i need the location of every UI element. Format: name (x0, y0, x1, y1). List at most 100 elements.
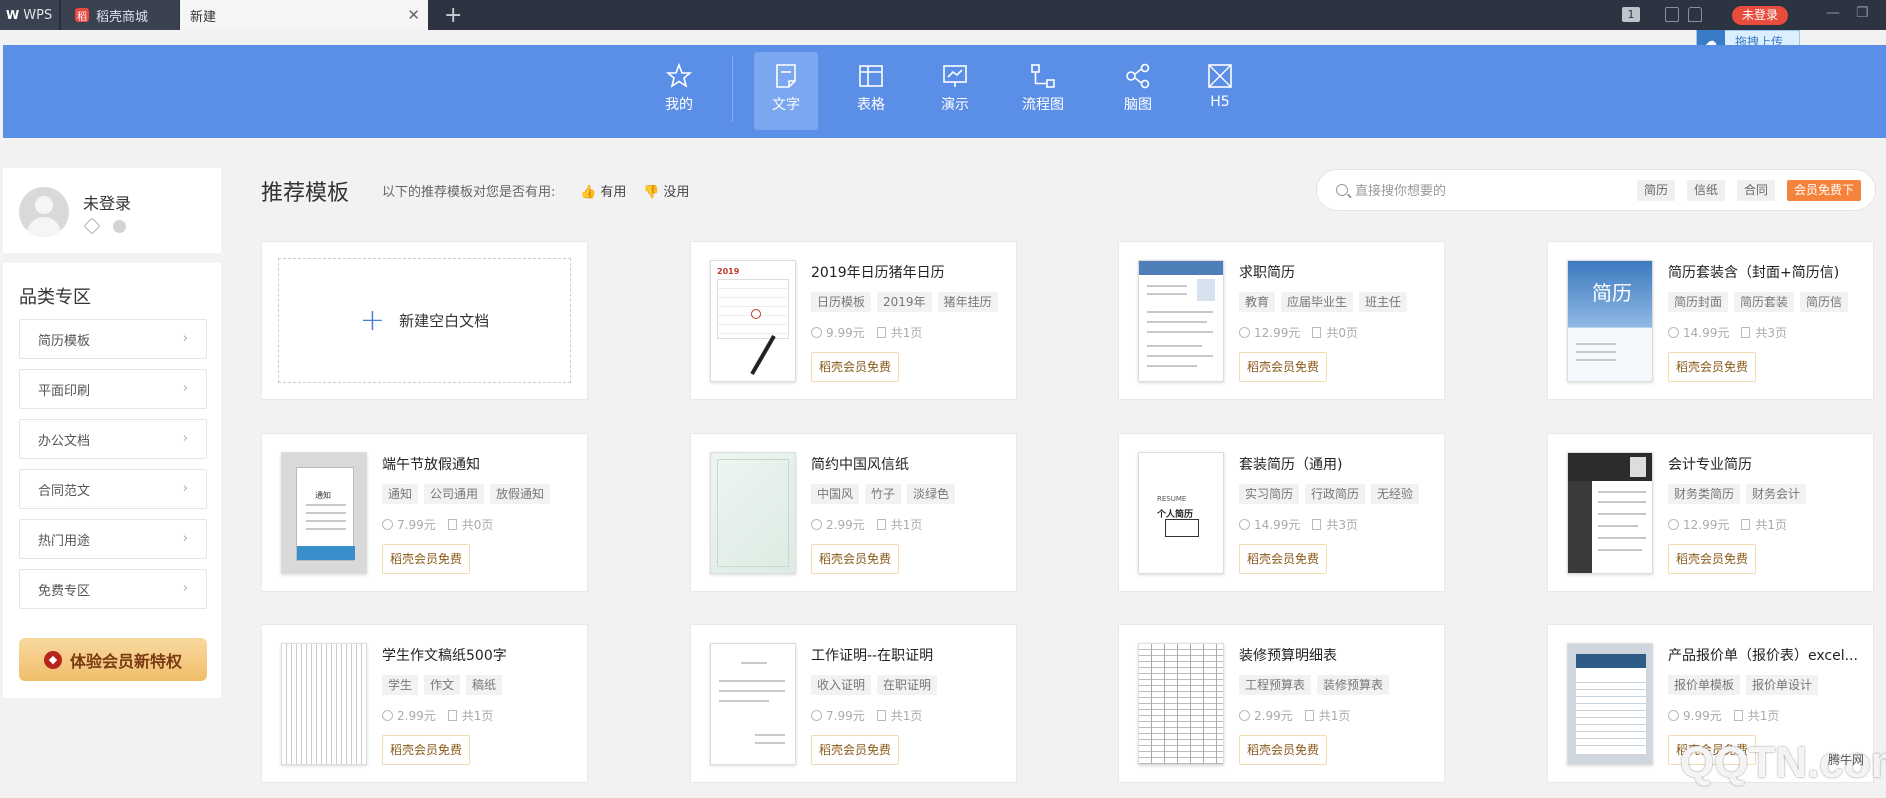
shirt-icon[interactable] (1688, 7, 1702, 22)
category-flowchart[interactable]: 流程图 (1011, 52, 1075, 130)
sidebar-item-office[interactable]: 办公文档 › (19, 419, 207, 459)
template-tag[interactable]: 猪年挂历 (937, 292, 998, 312)
add-tab-icon[interactable]: + (444, 3, 462, 28)
template-tag[interactable]: 作文 (424, 675, 461, 695)
template-tag[interactable]: 无经验 (1371, 484, 1420, 504)
template-tag[interactable]: 工程预算表 (1239, 675, 1312, 695)
template-thumbnail-resume-set[interactable]: RESUME 个人简历 (1138, 452, 1224, 574)
category-spreadsheet[interactable]: 表格 (839, 52, 903, 130)
template-tag[interactable]: 2019年 (877, 292, 932, 312)
search-box[interactable]: 简历 信纸 合同 会员免费下 (1316, 169, 1876, 211)
template-title[interactable]: 端午节放假通知 (382, 454, 582, 474)
template-tag[interactable]: 班主任 (1359, 292, 1408, 312)
template-tag[interactable]: 在职证明 (877, 675, 938, 695)
template-title[interactable]: 简约中国风信纸 (811, 454, 1011, 474)
sidebar-item-print[interactable]: 平面印刷 › (19, 369, 207, 409)
category-writer[interactable]: 文字 (754, 52, 818, 130)
search-tag-resume[interactable]: 简历 (1637, 180, 1676, 201)
login-button[interactable]: 未登录 (1732, 6, 1788, 25)
member-free-button[interactable]: 稻壳会员免费 (811, 735, 900, 765)
member-free-button[interactable]: 稻壳会员免费 (811, 544, 900, 574)
search-tag-member-free[interactable]: 会员免费下 (1787, 180, 1862, 201)
template-tag[interactable]: 装修预算表 (1317, 675, 1390, 695)
member-free-button[interactable]: 稻壳会员免费 (382, 735, 471, 765)
search-tag-contract[interactable]: 合同 (1737, 180, 1776, 201)
template-title[interactable]: 产品报价单（报价表）excel... (1668, 645, 1868, 665)
template-card[interactable]: 学生作文稿纸500字 学生 作文 稿纸 2.99元 共1页 稻壳会员免费 (261, 624, 588, 783)
template-title[interactable]: 会计专业简历 (1668, 454, 1868, 474)
template-card[interactable]: 工作证明--在职证明 收入证明 在职证明 7.99元 共1页 稻壳会员免费 (690, 624, 1017, 783)
template-tag[interactable]: 实习简历 (1239, 484, 1300, 504)
template-tag[interactable]: 竹子 (865, 484, 902, 504)
member-free-button[interactable]: 稻壳会员免费 (1239, 735, 1328, 765)
sidebar-item-popular[interactable]: 热门用途 › (19, 519, 207, 559)
category-presentation[interactable]: 演示 (923, 52, 987, 130)
template-tag[interactable]: 稿纸 (466, 675, 503, 695)
template-thumbnail-quotation[interactable] (1567, 643, 1653, 765)
template-card[interactable]: 2019 2019年日历猪年日历 日历模板 2019年 猪年挂历 9.99元 共1页 … (690, 241, 1017, 400)
category-mindmap[interactable]: 脑图 (1106, 52, 1170, 130)
template-thumbnail-resume-cover[interactable]: 简历 (1567, 260, 1653, 382)
template-card[interactable]: 简历 简历套装含（封面+简历信) 简历封面 简历套装 简历信 14.99元 共3页 稻… (1547, 241, 1874, 400)
template-thumbnail-accounting-resume[interactable] (1567, 452, 1653, 574)
template-tag[interactable]: 行政简历 (1305, 484, 1366, 504)
avatar[interactable] (19, 187, 69, 237)
template-card[interactable]: 求职简历 教育 应届毕业生 班主任 12.99元 共0页 稻壳会员免费 (1118, 241, 1445, 400)
useful-button[interactable]: 👍 有用 (580, 181, 626, 200)
template-title[interactable]: 2019年日历猪年日历 (811, 262, 1011, 282)
template-title[interactable]: 工作证明--在职证明 (811, 645, 1011, 665)
template-title[interactable]: 套装简历（通用) (1239, 454, 1439, 474)
tab-count-badge[interactable]: 1 (1622, 7, 1640, 22)
template-tag[interactable]: 中国风 (811, 484, 860, 504)
template-tag[interactable]: 通知 (382, 484, 419, 504)
search-input[interactable] (1355, 180, 1635, 202)
template-tag[interactable]: 收入证明 (811, 675, 872, 695)
template-tag[interactable]: 简历套装 (1734, 292, 1795, 312)
template-thumbnail-letter-paper[interactable] (710, 452, 796, 574)
sidebar-item-free[interactable]: 免费专区 › (19, 569, 207, 609)
template-card[interactable]: RESUME 个人简历 套装简历（通用) 实习简历 行政简历 无经验 14.99元共… (1118, 433, 1445, 592)
template-title[interactable]: 装修预算明细表 (1239, 645, 1439, 665)
member-free-button[interactable]: 稻壳会员免费 (811, 352, 900, 382)
template-thumbnail-notice[interactable]: 通知 (281, 452, 367, 574)
close-icon[interactable]: ✕ (407, 6, 420, 24)
minimize-icon[interactable]: — (1826, 5, 1840, 21)
category-h5[interactable]: H5 (1188, 52, 1252, 130)
tab-new[interactable]: 新建 ✕ (180, 0, 428, 30)
template-tag[interactable]: 简历信 (1800, 292, 1849, 312)
template-card[interactable]: 通知 端午节放假通知 通知 公司通用 放假通知 7.99元 共0页 稻壳会员免费 (261, 433, 588, 592)
template-tag[interactable]: 日历模板 (811, 292, 872, 312)
template-thumbnail-budget-table[interactable] (1138, 643, 1224, 765)
template-tag[interactable]: 报价单模板 (1668, 675, 1741, 695)
member-free-button[interactable]: 稻壳会员免费 (1668, 352, 1757, 382)
skin-icon[interactable] (1665, 7, 1679, 22)
template-thumbnail-composition-paper[interactable] (281, 643, 367, 765)
template-tag[interactable]: 放假通知 (490, 484, 551, 504)
template-tag[interactable]: 学生 (382, 675, 419, 695)
vip-trial-button[interactable]: ◆ 体验会员新特权 (19, 638, 207, 681)
template-tag[interactable]: 应届毕业生 (1281, 292, 1354, 312)
template-tag[interactable]: 报价单设计 (1746, 675, 1819, 695)
member-free-button[interactable]: 稻壳会员免费 (1239, 352, 1328, 382)
template-tag[interactable]: 公司通用 (424, 484, 485, 504)
member-free-button[interactable]: 稻壳会员免费 (382, 544, 471, 574)
template-thumbnail-calendar[interactable]: 2019 (710, 260, 796, 382)
template-card[interactable]: 简约中国风信纸 中国风 竹子 淡绿色 2.99元 共1页 稻壳会员免费 (690, 433, 1017, 592)
search-tag-letter[interactable]: 信纸 (1687, 180, 1726, 201)
sidebar-item-contract[interactable]: 合同范文 › (19, 469, 207, 509)
tab-docer-store[interactable]: 稻 稻壳商城 (61, 0, 179, 30)
new-blank-document-button[interactable]: + 新建空白文档 (278, 258, 571, 383)
template-tag[interactable]: 淡绿色 (907, 484, 956, 504)
sidebar-item-resume[interactable]: 简历模板 › (19, 319, 207, 359)
template-tag[interactable]: 财务会计 (1746, 484, 1807, 504)
user-card[interactable]: 未登录 (3, 168, 221, 253)
template-thumbnail-employment-certificate[interactable] (710, 643, 796, 765)
member-free-button[interactable]: 稻壳会员免费 (1668, 544, 1757, 574)
member-free-button[interactable]: 稻壳会员免费 (1239, 544, 1328, 574)
new-blank-card[interactable]: + 新建空白文档 (261, 241, 588, 400)
template-title[interactable]: 简历套装含（封面+简历信) (1668, 262, 1868, 282)
template-tag[interactable]: 教育 (1239, 292, 1276, 312)
template-tag[interactable]: 财务类简历 (1668, 484, 1741, 504)
tab-wps[interactable]: W WPS (0, 0, 60, 30)
template-tag[interactable]: 简历封面 (1668, 292, 1729, 312)
